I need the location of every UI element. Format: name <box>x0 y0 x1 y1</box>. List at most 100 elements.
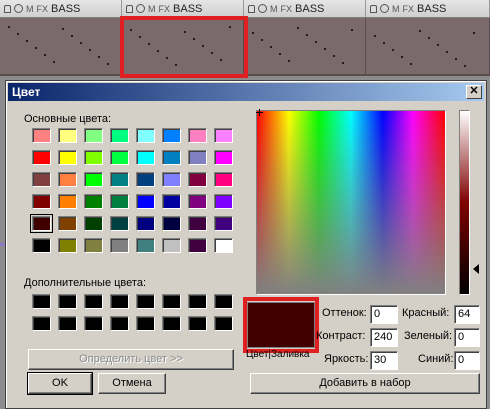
clip-name[interactable]: BASS <box>51 3 80 15</box>
custom-color-swatch[interactable] <box>110 316 129 331</box>
define-custom-colors-button[interactable]: Определить цвет >> <box>28 349 234 370</box>
slider-arrow-icon[interactable] <box>473 264 479 274</box>
basic-color-swatch[interactable] <box>58 194 77 209</box>
power-icon[interactable] <box>14 4 23 13</box>
clip-name[interactable]: BASS <box>173 3 202 15</box>
basic-color-swatch[interactable] <box>110 238 129 253</box>
custom-color-swatch[interactable] <box>84 294 103 309</box>
basic-color-swatch[interactable] <box>136 216 155 231</box>
custom-color-swatch[interactable] <box>162 294 181 309</box>
power-icon[interactable] <box>258 4 267 13</box>
pattern-clip[interactable] <box>366 18 490 76</box>
blue-field[interactable]: 0 <box>454 351 480 370</box>
custom-color-swatch[interactable] <box>214 316 233 331</box>
custom-color-swatch[interactable] <box>136 316 155 331</box>
basic-color-swatch[interactable] <box>188 238 207 253</box>
lock-icon[interactable] <box>370 4 377 13</box>
custom-color-swatch[interactable] <box>214 294 233 309</box>
custom-color-swatch[interactable] <box>32 316 51 331</box>
basic-color-swatch[interactable] <box>136 238 155 253</box>
basic-color-swatch[interactable] <box>162 238 181 253</box>
add-to-custom-colors-button[interactable]: Добавить в набор <box>250 373 480 394</box>
basic-color-swatch[interactable] <box>188 150 207 165</box>
basic-color-swatch[interactable] <box>188 194 207 209</box>
basic-color-swatch[interactable] <box>162 216 181 231</box>
basic-color-swatch[interactable] <box>162 150 181 165</box>
custom-color-swatch[interactable] <box>188 316 207 331</box>
clip-header[interactable]: M FX BASS <box>0 0 122 18</box>
basic-color-swatch[interactable] <box>110 128 129 143</box>
lum-field[interactable]: 30 <box>370 351 398 370</box>
ok-button[interactable]: OK <box>27 372 93 395</box>
pattern-clip[interactable] <box>0 18 122 76</box>
basic-color-swatch[interactable] <box>188 128 207 143</box>
clip-header[interactable]: M FX BASS <box>122 0 244 18</box>
basic-color-swatch[interactable] <box>110 150 129 165</box>
basic-color-swatch[interactable] <box>136 172 155 187</box>
custom-color-swatch[interactable] <box>32 294 51 309</box>
mute-toggle[interactable]: M <box>392 4 400 14</box>
basic-color-swatch[interactable] <box>32 172 51 187</box>
clip-name[interactable]: BASS <box>295 3 324 15</box>
custom-color-swatch[interactable] <box>84 316 103 331</box>
clip-name[interactable]: BASS <box>417 3 446 15</box>
basic-color-swatch[interactable] <box>188 216 207 231</box>
basic-color-swatch[interactable] <box>136 150 155 165</box>
lock-icon[interactable] <box>248 4 255 13</box>
power-icon[interactable] <box>380 4 389 13</box>
basic-color-swatch[interactable] <box>162 194 181 209</box>
luminance-slider[interactable] <box>459 110 470 295</box>
basic-color-swatch[interactable] <box>84 150 103 165</box>
basic-color-swatch[interactable] <box>32 238 51 253</box>
custom-color-swatch[interactable] <box>110 294 129 309</box>
basic-color-swatch[interactable] <box>30 214 53 233</box>
lock-icon[interactable] <box>126 4 133 13</box>
power-icon[interactable] <box>136 4 145 13</box>
basic-color-swatch[interactable] <box>84 128 103 143</box>
basic-color-swatch[interactable] <box>58 216 77 231</box>
lock-icon[interactable] <box>4 4 11 13</box>
custom-color-swatch[interactable] <box>58 294 77 309</box>
basic-color-swatch[interactable] <box>84 172 103 187</box>
custom-color-swatch[interactable] <box>162 316 181 331</box>
sat-field[interactable]: 240 <box>370 328 398 347</box>
basic-color-swatch[interactable] <box>214 216 233 231</box>
mute-toggle[interactable]: M <box>270 4 278 14</box>
fx-toggle[interactable]: FX <box>403 4 415 14</box>
red-field[interactable]: 64 <box>454 305 480 324</box>
basic-color-swatch[interactable] <box>188 172 207 187</box>
basic-color-swatch[interactable] <box>214 128 233 143</box>
fx-toggle[interactable]: FX <box>37 4 49 14</box>
basic-color-swatch[interactable] <box>58 150 77 165</box>
custom-color-swatch[interactable] <box>58 316 77 331</box>
clip-header[interactable]: M FX BASS <box>244 0 366 18</box>
clip-header[interactable]: M FX BASS <box>366 0 490 18</box>
cancel-button[interactable]: Отмена <box>98 373 166 394</box>
basic-color-swatch[interactable] <box>214 172 233 187</box>
basic-color-swatch[interactable] <box>32 150 51 165</box>
basic-color-swatch[interactable] <box>110 172 129 187</box>
color-spectrum[interactable] <box>256 110 446 295</box>
basic-color-swatch[interactable] <box>214 150 233 165</box>
mute-toggle[interactable]: M <box>26 4 34 14</box>
basic-color-swatch[interactable] <box>84 216 103 231</box>
close-button[interactable]: ✕ <box>466 85 482 99</box>
hue-field[interactable]: 0 <box>370 305 398 324</box>
basic-color-swatch[interactable] <box>136 194 155 209</box>
basic-color-swatch[interactable] <box>32 194 51 209</box>
basic-color-swatch[interactable] <box>214 238 233 253</box>
basic-color-swatch[interactable] <box>110 216 129 231</box>
pattern-clip[interactable] <box>244 18 366 76</box>
title-bar[interactable]: Цвет ✕ <box>8 83 484 101</box>
basic-color-swatch[interactable] <box>58 238 77 253</box>
basic-color-swatch[interactable] <box>58 128 77 143</box>
basic-color-swatch[interactable] <box>84 194 103 209</box>
basic-color-swatch[interactable] <box>84 238 103 253</box>
basic-color-swatch[interactable] <box>162 128 181 143</box>
basic-color-swatch[interactable] <box>136 128 155 143</box>
pattern-clip[interactable] <box>122 18 244 76</box>
basic-color-swatch[interactable] <box>162 172 181 187</box>
fx-toggle[interactable]: FX <box>281 4 293 14</box>
fx-toggle[interactable]: FX <box>159 4 171 14</box>
custom-color-swatch[interactable] <box>136 294 155 309</box>
